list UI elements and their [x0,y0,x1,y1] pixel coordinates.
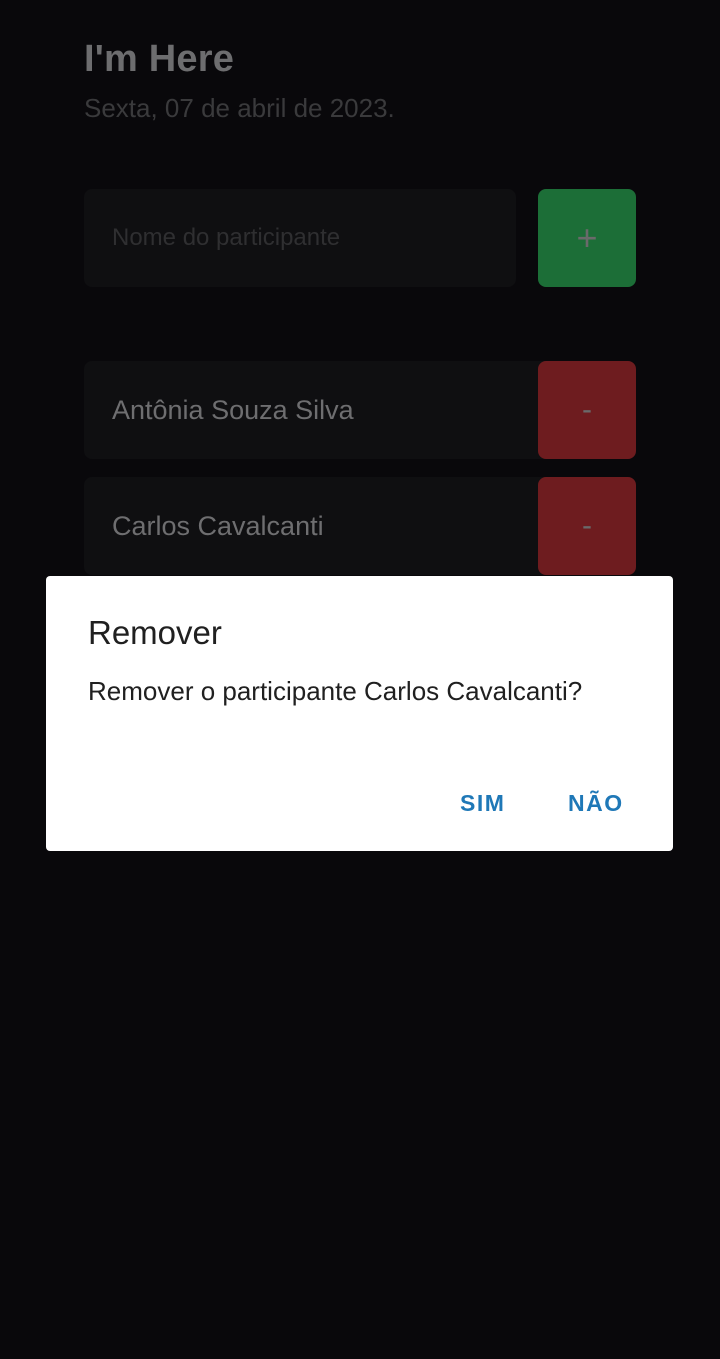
participant-name: Carlos Cavalcanti [84,477,552,575]
page-date: Sexta, 07 de abril de 2023. [84,93,395,123]
participant-name: Antônia Souza Silva [84,361,552,459]
dialog-title: Remover [88,614,222,651]
minus-icon: - [582,509,592,542]
cancel-button[interactable]: NÃO [568,790,624,817]
app-screen: I'm Here Sexta, 07 de abril de 2023. Nom… [0,0,720,1359]
remove-confirm-dialog: Remover Remover o participante Carlos Ca… [46,576,673,851]
remove-participant-button[interactable]: - [538,477,636,575]
plus-icon: + [576,217,598,258]
remove-participant-button[interactable]: - [538,361,636,459]
list-item: Antônia Souza Silva - [84,361,636,459]
dialog-message: Remover o participante Carlos Cavalcanti… [88,676,583,706]
list-item: Carlos Cavalcanti - [84,477,636,575]
participant-name-input[interactable]: Nome do participante [84,189,516,287]
minus-icon: - [582,393,592,426]
page-title: I'm Here [84,38,235,80]
confirm-button[interactable]: SIM [460,790,505,817]
add-participant-button[interactable]: + [538,189,636,287]
